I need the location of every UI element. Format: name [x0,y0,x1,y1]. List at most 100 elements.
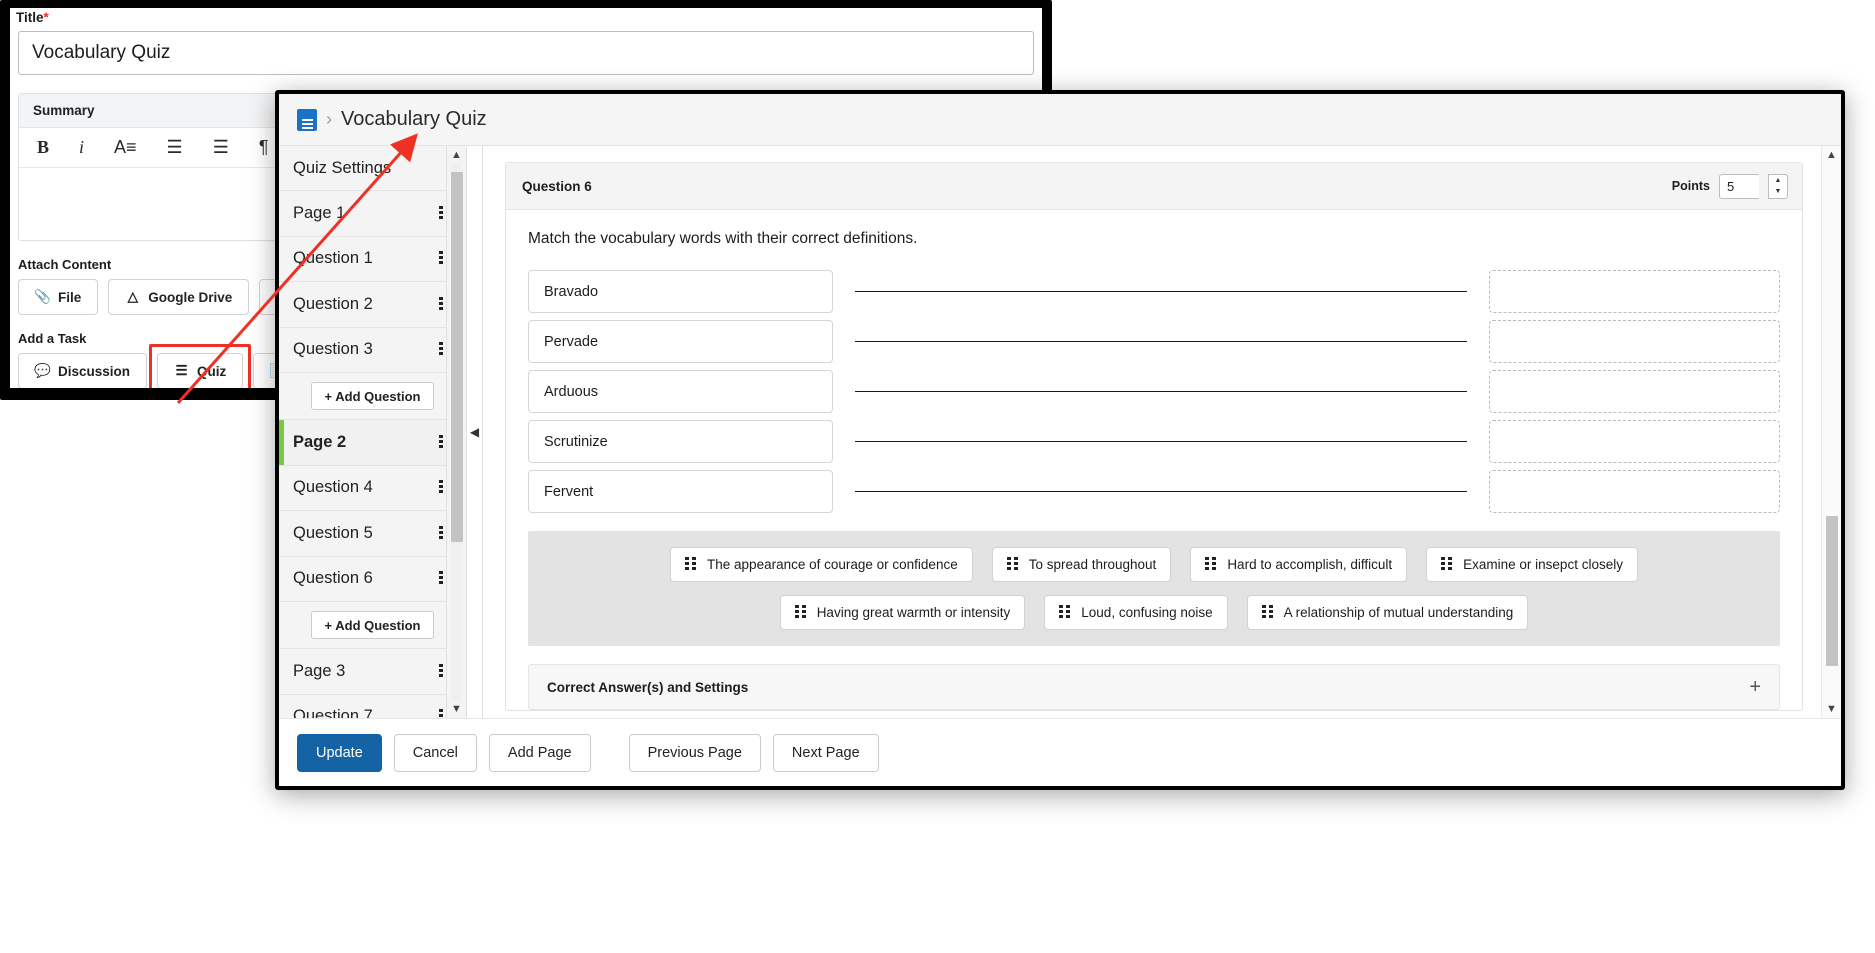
paragraph-icon[interactable]: ¶ [259,137,269,158]
answer-dropzone[interactable] [1489,470,1780,513]
align-center-icon[interactable]: ☰ [213,137,229,158]
italic-icon[interactable]: i [79,137,84,158]
main-scroll-thumb[interactable] [1826,516,1838,666]
scroll-up-arrow-icon[interactable]: ▲ [1822,146,1841,164]
sidebar-item-question-5[interactable]: Question 5 [279,511,466,557]
previous-page-button[interactable]: Previous Page [628,733,761,772]
points-stepper[interactable]: ▲ ▼ [1768,173,1788,199]
task-quiz-button[interactable]: ☰ Quiz [157,353,244,388]
sidebar-item-label: Page 2 [293,432,347,451]
add-question-button[interactable]: + Add Question [310,611,435,639]
match-connector [833,420,1489,463]
quiz-icon: ☰ [175,363,188,378]
matching-row: Pervade [528,320,1780,363]
question-number-label: Question 6 [522,178,592,194]
add-question-label: + Add Question [324,388,421,404]
question-card-body: Match the vocabulary words with their co… [506,210,1802,710]
answer-chip[interactable]: To spread throughout [991,547,1172,582]
drag-handle-icon[interactable] [1205,557,1218,572]
question-card: Question 6 Points 5 ▲ ▼ Match the vocabu… [505,162,1803,711]
scroll-down-arrow-icon[interactable]: ▼ [1822,700,1841,718]
match-connector [833,320,1489,363]
sidebar-item-page-3[interactable]: Page 3 [279,649,466,695]
sidebar-collapse-handle[interactable]: ◀ [467,146,483,718]
term-field[interactable]: Pervade [528,320,833,363]
attach-file-button[interactable]: 📎 File [18,279,99,315]
sidebar-item-question-1[interactable]: Question 1 [279,236,466,282]
task-quiz-highlight-wrap: ☰ Quiz [149,344,252,388]
attach-google-drive-button[interactable]: △ Google Drive [108,279,250,315]
add-question-button[interactable]: + Add Question [310,382,435,410]
answer-chip-label: Examine or insepct closely [1463,557,1623,572]
drag-handle-icon[interactable] [1006,557,1020,572]
matching-row: Scrutinize [528,420,1780,463]
points-input[interactable]: 5 [1719,173,1759,199]
term-field[interactable]: Bravado [528,270,833,313]
scroll-down-arrow-icon[interactable]: ▼ [447,700,466,718]
align-left-icon[interactable]: ☰ [167,137,183,158]
answer-chip-label: Loud, confusing noise [1081,605,1213,620]
sidebar-scroll-thumb[interactable] [451,172,463,542]
bold-icon[interactable]: B [37,137,49,158]
sidebar-item-question-2[interactable]: Question 2 [279,282,466,328]
add-page-button[interactable]: Add Page [488,733,591,772]
drag-handle-icon[interactable] [685,557,698,572]
task-quiz-label: Quiz [197,363,227,379]
question-card-header: Question 6 Points 5 ▲ ▼ [506,163,1802,210]
screenshot-root: Title* Vocabulary Quiz Summary B i A≡ ☰ … [0,0,1875,953]
drag-handle-icon[interactable] [1441,557,1454,572]
sidebar-item-question-4[interactable]: Question 4 [279,465,466,511]
title-input[interactable]: Vocabulary Quiz [18,31,1034,75]
sidebar-item-quiz-settings[interactable]: Quiz Settings [279,146,466,191]
sidebar-item-question-6[interactable]: Question 6 [279,556,466,602]
answer-dropzone[interactable] [1489,420,1780,463]
correct-answers-section[interactable]: Correct Answer(s) and Settings + [528,664,1780,710]
update-button[interactable]: Update [297,733,382,772]
answer-dropzone[interactable] [1489,370,1780,413]
sidebar-item-label: Quiz Settings [293,158,392,177]
scroll-up-arrow-icon[interactable]: ▲ [447,146,466,164]
answer-chip[interactable]: The appearance of courage or confidence [670,547,973,582]
sidebar-item-page-2[interactable]: Page 2 [279,420,466,466]
next-page-button[interactable]: Next Page [772,733,879,772]
sidebar-add-question-row-1: + Add Question [279,373,466,420]
modal-breadcrumb-bar: › Vocabulary Quiz [279,94,1841,146]
sidebar-item-question-7[interactable]: Question 7 [279,694,466,718]
term-text: Arduous [544,383,599,400]
answer-chip[interactable]: Examine or insepct closely [1426,547,1638,582]
sidebar-item-page-1[interactable]: Page 1 [279,191,466,237]
matching-row: Bravado [528,270,1780,313]
answer-bank-row: The appearance of courage or confidence … [542,547,1766,582]
text-style-icon[interactable]: A≡ [114,137,137,158]
sidebar-item-label: Question 6 [293,569,373,588]
stepper-down-icon[interactable]: ▼ [1769,186,1787,198]
sidebar-item-label: Question 2 [293,294,373,313]
stepper-up-icon[interactable]: ▲ [1769,175,1787,187]
sidebar-item-label: Question 7 [293,707,373,718]
answer-bank-row: Having great warmth or intensity Loud, c… [542,595,1766,630]
title-field-label: Title* [10,8,1042,31]
expand-plus-icon[interactable]: + [1749,677,1761,697]
answer-chip[interactable]: Hard to accomplish, difficult [1190,547,1408,582]
answer-chip[interactable]: A relationship of mutual understanding [1246,595,1529,630]
main-scrollbar[interactable]: ▲ ▼ [1821,146,1841,718]
answer-chip[interactable]: Having great warmth or intensity [779,595,1026,630]
required-asterisk: * [43,10,49,25]
answer-chip[interactable]: Loud, confusing noise [1044,595,1228,630]
term-field[interactable]: Fervent [528,470,833,513]
drag-handle-icon[interactable] [1059,605,1072,620]
attach-google-drive-label: Google Drive [148,289,233,305]
drag-handle-icon[interactable] [1261,605,1275,620]
term-field[interactable]: Scrutinize [528,420,833,463]
answer-dropzone[interactable] [1489,270,1780,313]
sidebar-item-question-3[interactable]: Question 3 [279,327,466,373]
answer-dropzone[interactable] [1489,320,1780,363]
points-control: Points 5 ▲ ▼ [1672,173,1788,199]
drag-handle-icon[interactable] [794,605,808,620]
sidebar-scrollbar[interactable]: ▲ ▼ [446,146,466,718]
task-discussion-label: Discussion [58,363,131,379]
question-editor-scrollarea: Question 6 Points 5 ▲ ▼ Match the vocabu… [483,146,1821,718]
task-discussion-button[interactable]: 💬 Discussion [18,353,148,388]
term-field[interactable]: Arduous [528,370,833,413]
cancel-button[interactable]: Cancel [393,733,477,772]
